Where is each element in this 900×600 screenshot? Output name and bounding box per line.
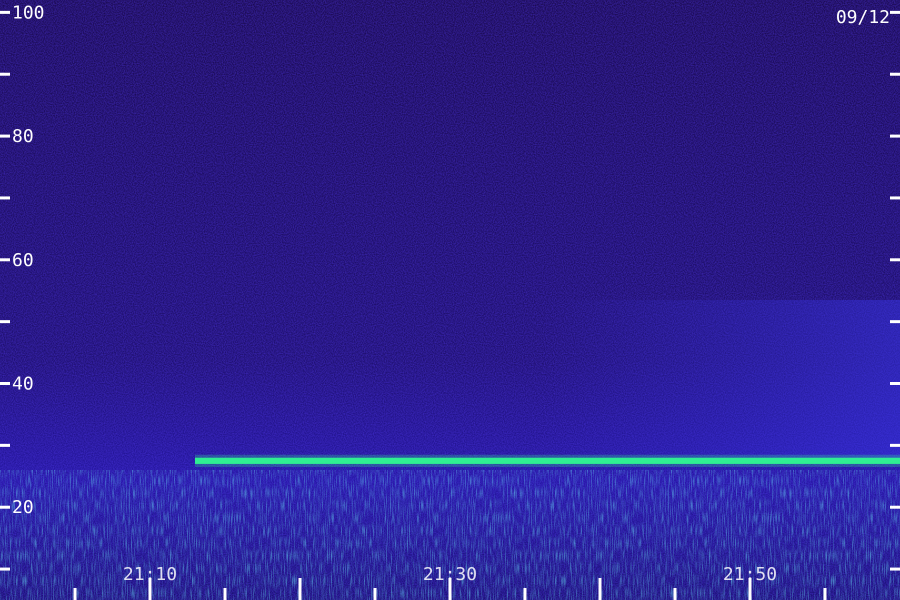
y-tick-label: 40	[12, 374, 34, 395]
frequency-band	[195, 457, 900, 464]
y-tick-label: 20	[12, 497, 34, 518]
x-tick-label: 21:10	[123, 564, 177, 585]
date-label: 09/12	[836, 7, 890, 28]
bands-layer	[195, 454, 900, 467]
y-tick-label: 80	[12, 126, 34, 147]
y-tick-label: 60	[12, 250, 34, 271]
right-glow-region	[540, 300, 900, 460]
x-tick-label: 21:50	[723, 564, 777, 585]
spectrogram-chart: 100 80 60 40 20 21:10 21:30 21:50 09/12	[0, 0, 900, 600]
x-tick-label: 21:30	[423, 564, 477, 585]
y-tick-label: 100	[12, 2, 45, 23]
